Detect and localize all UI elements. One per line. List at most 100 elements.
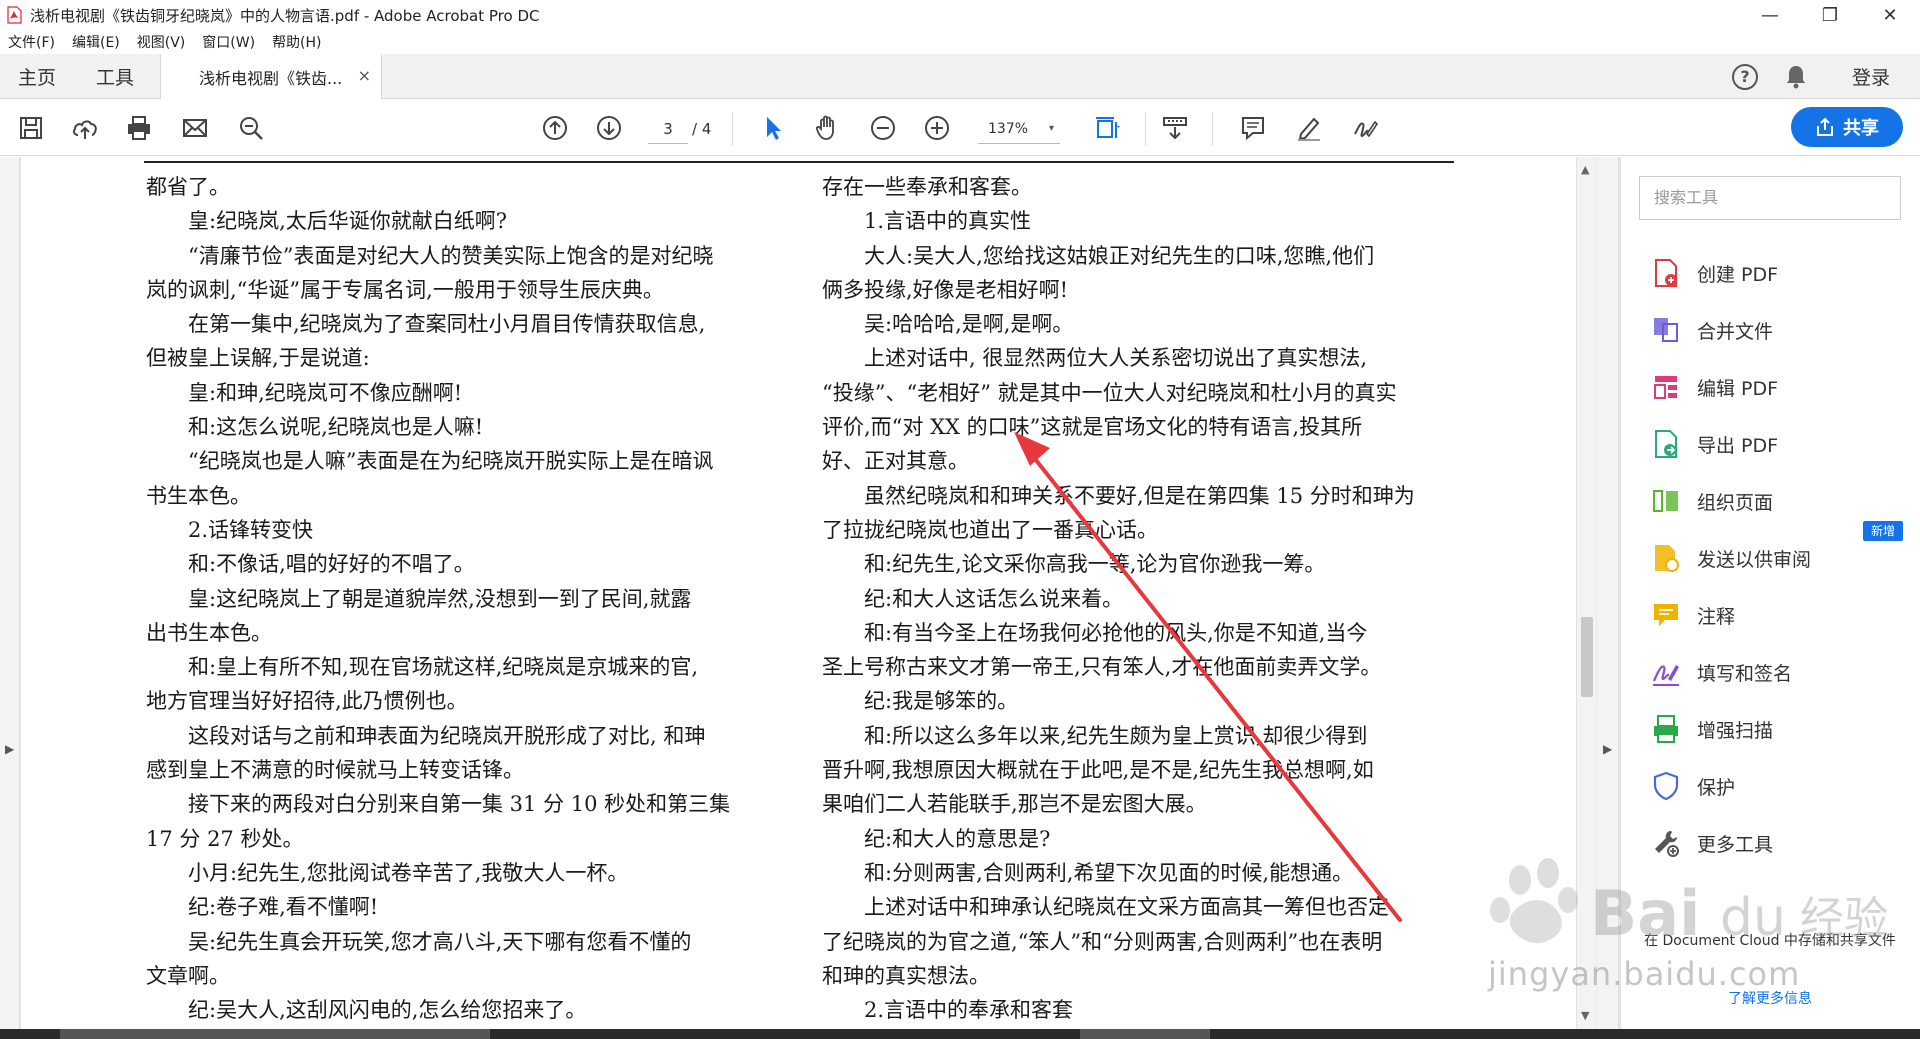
next-page-icon[interactable] xyxy=(594,113,624,143)
minimize-button[interactable]: — xyxy=(1740,0,1800,30)
zoom-level-value: 137% xyxy=(988,121,1029,137)
tool-edit-pdf[interactable]: 编辑 PDF xyxy=(1651,367,1778,407)
tool-comment[interactable]: 注释 xyxy=(1651,595,1735,635)
menu-edit[interactable]: 编辑(E) xyxy=(72,32,120,52)
text-line: 纪:吴大人,这刮风闪电的,怎么给您招来了。 xyxy=(188,998,587,1023)
send-for-review-icon xyxy=(1655,545,1679,572)
hand-tool-icon[interactable] xyxy=(812,113,842,143)
tool-label: 组织页面 xyxy=(1697,491,1774,514)
tool-protect[interactable]: 保护 xyxy=(1651,766,1735,806)
text-line: 上述对话中, 很显然两位大人关系密切说出了真实想法, xyxy=(864,346,1368,371)
print-icon[interactable] xyxy=(124,113,154,143)
tab-home[interactable]: 主页 xyxy=(18,63,56,90)
text-line: “纪晓岚也是人嘛”表面是在为纪晓岚开脱实际上是在暗讽 xyxy=(188,449,714,474)
text-line: 书生本色。 xyxy=(146,483,251,508)
fit-page-icon[interactable] xyxy=(1092,113,1122,143)
highlight-pen-icon[interactable] xyxy=(1294,113,1324,143)
text-line: 2.言语中的奉承和客套 xyxy=(864,998,1074,1023)
watermark-url: jingyan.baidu.com xyxy=(1488,955,1801,993)
text-line: 1.言语中的真实性 xyxy=(864,209,1032,234)
tab-tools[interactable]: 工具 xyxy=(96,63,134,90)
text-line: 文章啊。 xyxy=(146,963,230,988)
taskbar-segment xyxy=(60,1029,490,1039)
scroll-mode-icon[interactable] xyxy=(1160,113,1190,143)
email-icon[interactable] xyxy=(180,113,210,143)
text-line: 评价,而“对 XX 的口味”这就是官场文化的特有语言,投其所 xyxy=(822,415,1363,440)
text-line: “清廉节俭”表面是对纪大人的赞美实际上饱含的是对纪晓 xyxy=(188,243,714,268)
export-pdf-icon xyxy=(1655,430,1677,458)
title-bar: 浅析电视剧《铁齿铜牙纪晓岚》中的人物言语.pdf - Adobe Acrobat… xyxy=(0,0,1920,30)
acrobat-logo-icon xyxy=(7,6,22,24)
tool-send-for-review[interactable]: 发送以供审阅 xyxy=(1651,538,1811,578)
tool-label: 导出 PDF xyxy=(1697,434,1779,457)
text-line: 吴:哈哈哈,是啊,是啊。 xyxy=(864,312,1074,337)
comment-note-icon[interactable] xyxy=(1238,113,1268,143)
text-line: 纪:和大人这话怎么说来着。 xyxy=(864,586,1124,611)
tool-export-pdf[interactable]: 导出 PDF xyxy=(1651,424,1778,464)
text-line: 上述对话中和珅承认纪晓岚在文采方面高其一筹但也否定 xyxy=(864,895,1389,920)
text-line: 纪:我是够笨的。 xyxy=(864,689,1019,714)
upload-cloud-icon[interactable] xyxy=(70,113,100,143)
left-panel-toggle[interactable]: ▶ xyxy=(0,157,20,1029)
scrollbar-thumb[interactable] xyxy=(1581,617,1593,697)
zoom-out-icon[interactable] xyxy=(868,113,898,143)
search-tools-input[interactable]: 搜索工具 xyxy=(1639,176,1901,220)
text-line: 虽然纪晓岚和和珅关系不要好,但是在第四集 15 分时和珅为 xyxy=(864,483,1415,508)
tool-label: 创建 PDF xyxy=(1697,263,1779,286)
login-link[interactable]: 登录 xyxy=(1852,63,1890,90)
close-window-button[interactable]: ✕ xyxy=(1860,0,1920,30)
scroll-up-icon[interactable]: ▲ xyxy=(1581,163,1589,176)
sign-icon[interactable] xyxy=(1350,113,1380,143)
text-line: 接下来的两段对白分别来自第一集 31 分 10 秒处和第三集 xyxy=(188,792,731,817)
tab-bar-right: ? 登录 xyxy=(1731,54,1890,99)
create-pdf-icon xyxy=(1655,259,1677,287)
select-cursor-icon[interactable] xyxy=(758,113,788,143)
page-number-input[interactable]: 3 xyxy=(648,114,688,144)
menu-view[interactable]: 视图(V) xyxy=(137,32,186,52)
window-controls: — ❐ ✕ xyxy=(1740,0,1920,30)
tool-label: 增强扫描 xyxy=(1697,719,1774,742)
tool-enhance-scan[interactable]: 增强扫描 xyxy=(1651,709,1773,749)
previous-page-icon[interactable] xyxy=(540,113,570,143)
text-line: 皇:和珅,纪晓岚可不像应酬啊! xyxy=(188,380,463,405)
tool-label: 合并文件 xyxy=(1697,320,1774,343)
save-icon[interactable] xyxy=(16,113,46,143)
text-line: 大人:吴大人,您给找这姑娘正对纪先生的口味,您瞧,他们 xyxy=(864,243,1375,268)
more-tools-icon xyxy=(1655,831,1679,857)
taskbar-segment xyxy=(1080,1029,1210,1039)
tool-create-pdf[interactable]: 创建 PDF xyxy=(1651,253,1778,293)
protect-icon xyxy=(1653,771,1679,801)
tool-label: 发送以供审阅 xyxy=(1697,548,1812,571)
text-line: 小月:纪先生,您批阅试卷辛苦了,我敬大人一杯。 xyxy=(188,860,629,885)
tool-label: 填写和签名 xyxy=(1697,662,1793,685)
tool-combine-files[interactable]: 合并文件 xyxy=(1651,310,1773,350)
help-icon[interactable]: ? xyxy=(1731,63,1758,90)
text-line: 岚的讽刺,“华诞”属于专属名词,一般用于领导生辰庆典。 xyxy=(146,277,664,302)
tool-label: 注释 xyxy=(1697,605,1736,628)
text-line: 皇:这纪晓岚上了朝是道貌岸然,没想到一到了民间,就露 xyxy=(188,586,692,611)
notification-bell-icon[interactable] xyxy=(1784,64,1808,90)
zoom-in-icon[interactable] xyxy=(922,113,952,143)
tool-organize-pages[interactable]: 组织页面 xyxy=(1651,481,1773,521)
zoom-level-select[interactable]: 137% ▾ xyxy=(978,114,1060,144)
tool-fill-sign[interactable]: 填写和签名 xyxy=(1651,652,1792,692)
close-tab-icon[interactable]: × xyxy=(358,66,371,85)
text-line: 纪:卷子难,看不懂啊! xyxy=(188,895,379,920)
tool-label: 编辑 PDF xyxy=(1697,377,1779,400)
text-line: 2.话锋转变快 xyxy=(188,517,314,542)
menu-help[interactable]: 帮助(H) xyxy=(272,32,321,52)
svg-text:Bai: Bai xyxy=(1590,877,1700,950)
edit-pdf-icon xyxy=(1654,376,1677,399)
text-line: 好、正对其意。 xyxy=(822,449,969,474)
text-column-right: 存在一些奉承和客套。 1.言语中的真实性大人:吴大人,您给找这姑娘正对纪先生的口味… xyxy=(822,170,1458,1027)
tab-document[interactable]: 浅析电视剧《铁齿... × xyxy=(160,54,382,99)
maximize-button[interactable]: ❐ xyxy=(1800,0,1860,30)
share-button[interactable]: 共享 xyxy=(1791,107,1903,147)
text-line: 和:所以这么多年以来,纪先生颇为皇上赏识,却很少得到 xyxy=(864,723,1368,748)
menu-window[interactable]: 窗口(W) xyxy=(202,32,255,52)
scroll-down-icon[interactable]: ▼ xyxy=(1581,1009,1589,1022)
menu-file[interactable]: 文件(F) xyxy=(8,32,55,52)
text-line: 存在一些奉承和客套。 xyxy=(822,175,1032,199)
zoom-search-icon[interactable] xyxy=(236,113,266,143)
text-line: 和:皇上有所不知,现在官场就这样,纪晓岚是京城来的官, xyxy=(188,655,699,680)
